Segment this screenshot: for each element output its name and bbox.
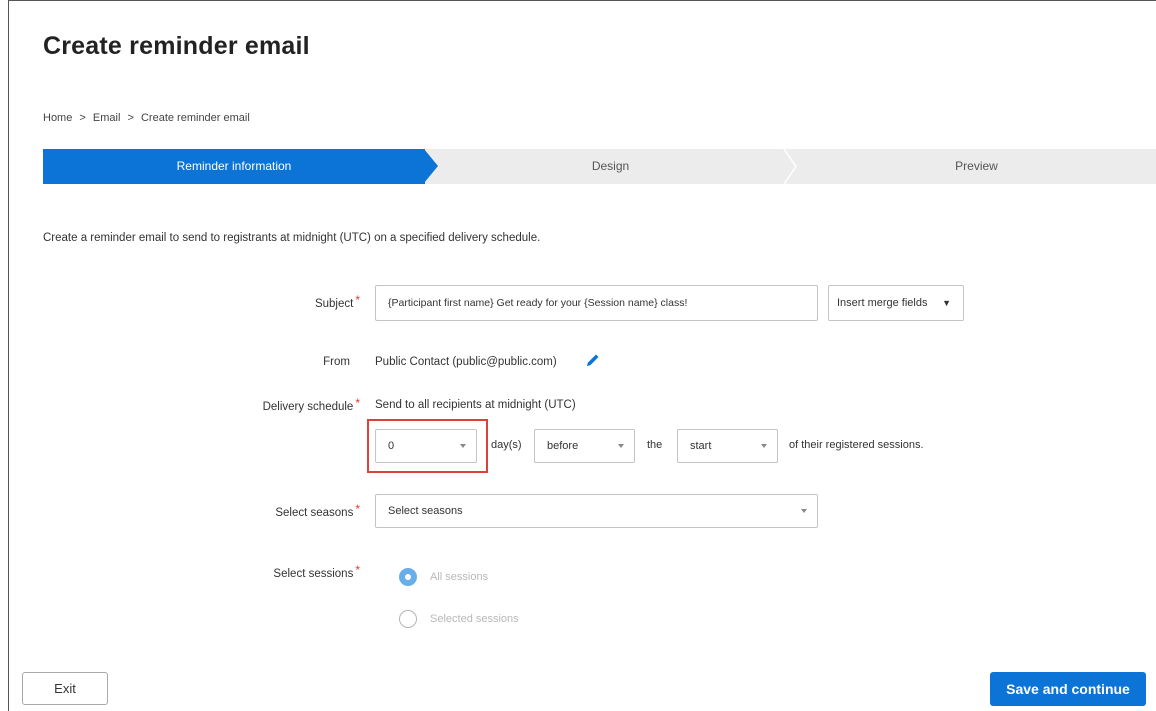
- breadcrumb-separator: >: [79, 112, 86, 124]
- radio-all-sessions-label: All sessions: [430, 571, 489, 583]
- reference-point-select[interactable]: start: [677, 429, 778, 463]
- breadcrumb: Home > Email > Create reminder email: [43, 112, 254, 124]
- select-sessions-label: Select sessions *: [273, 563, 360, 580]
- page-frame: [8, 0, 1156, 711]
- required-asterisk: *: [355, 502, 360, 516]
- exit-button[interactable]: Exit: [22, 672, 108, 705]
- radio-selected-sessions[interactable]: [399, 610, 417, 628]
- relation-select[interactable]: before: [534, 429, 635, 463]
- required-asterisk: *: [355, 293, 360, 307]
- insert-merge-fields-dropdown[interactable]: Insert merge fields ▼: [828, 285, 964, 321]
- radio-all-sessions[interactable]: [399, 568, 417, 586]
- step-design[interactable]: Design: [438, 149, 783, 184]
- the-label: the: [647, 439, 663, 451]
- step-preview[interactable]: Preview: [797, 149, 1156, 184]
- from-value: Public Contact (public@public.com): [375, 356, 557, 368]
- from-label: From: [323, 356, 350, 368]
- caret-down-icon: ▼: [942, 298, 951, 308]
- page-title: Create reminder email: [43, 32, 310, 60]
- step-separator-chevron: [783, 149, 797, 184]
- delivery-description: Send to all recipients at midnight (UTC): [375, 399, 576, 411]
- progress-stepper: Reminder information Design Preview: [43, 149, 1156, 184]
- subject-input[interactable]: {Participant first name} Get ready for y…: [375, 285, 818, 321]
- days-unit-label: day(s): [491, 439, 522, 451]
- highlight-annotation: [367, 419, 488, 473]
- dropdown-arrow-icon: [801, 509, 807, 513]
- breadcrumb-separator: >: [127, 112, 134, 124]
- required-asterisk: *: [355, 396, 360, 410]
- step-active-arrow: [424, 149, 438, 183]
- required-asterisk: *: [355, 563, 360, 577]
- pencil-icon[interactable]: [585, 352, 601, 368]
- breadcrumb-email[interactable]: Email: [93, 112, 121, 124]
- dropdown-arrow-icon: [761, 444, 767, 448]
- delivery-schedule-label: Delivery schedule *: [262, 396, 360, 413]
- step-reminder-information[interactable]: Reminder information: [43, 149, 425, 184]
- seasons-select[interactable]: Select seasons: [375, 494, 818, 528]
- intro-text: Create a reminder email to send to regis…: [43, 232, 541, 244]
- save-and-continue-button[interactable]: Save and continue: [990, 672, 1146, 706]
- radio-selected-sessions-label: Selected sessions: [430, 613, 519, 625]
- breadcrumb-current: Create reminder email: [140, 112, 250, 124]
- breadcrumb-home[interactable]: Home: [43, 112, 72, 124]
- dropdown-arrow-icon: [618, 444, 624, 448]
- subject-label: Subject *: [314, 293, 360, 310]
- select-seasons-label: Select seasons *: [275, 502, 360, 519]
- delivery-suffix: of their registered sessions.: [789, 439, 924, 451]
